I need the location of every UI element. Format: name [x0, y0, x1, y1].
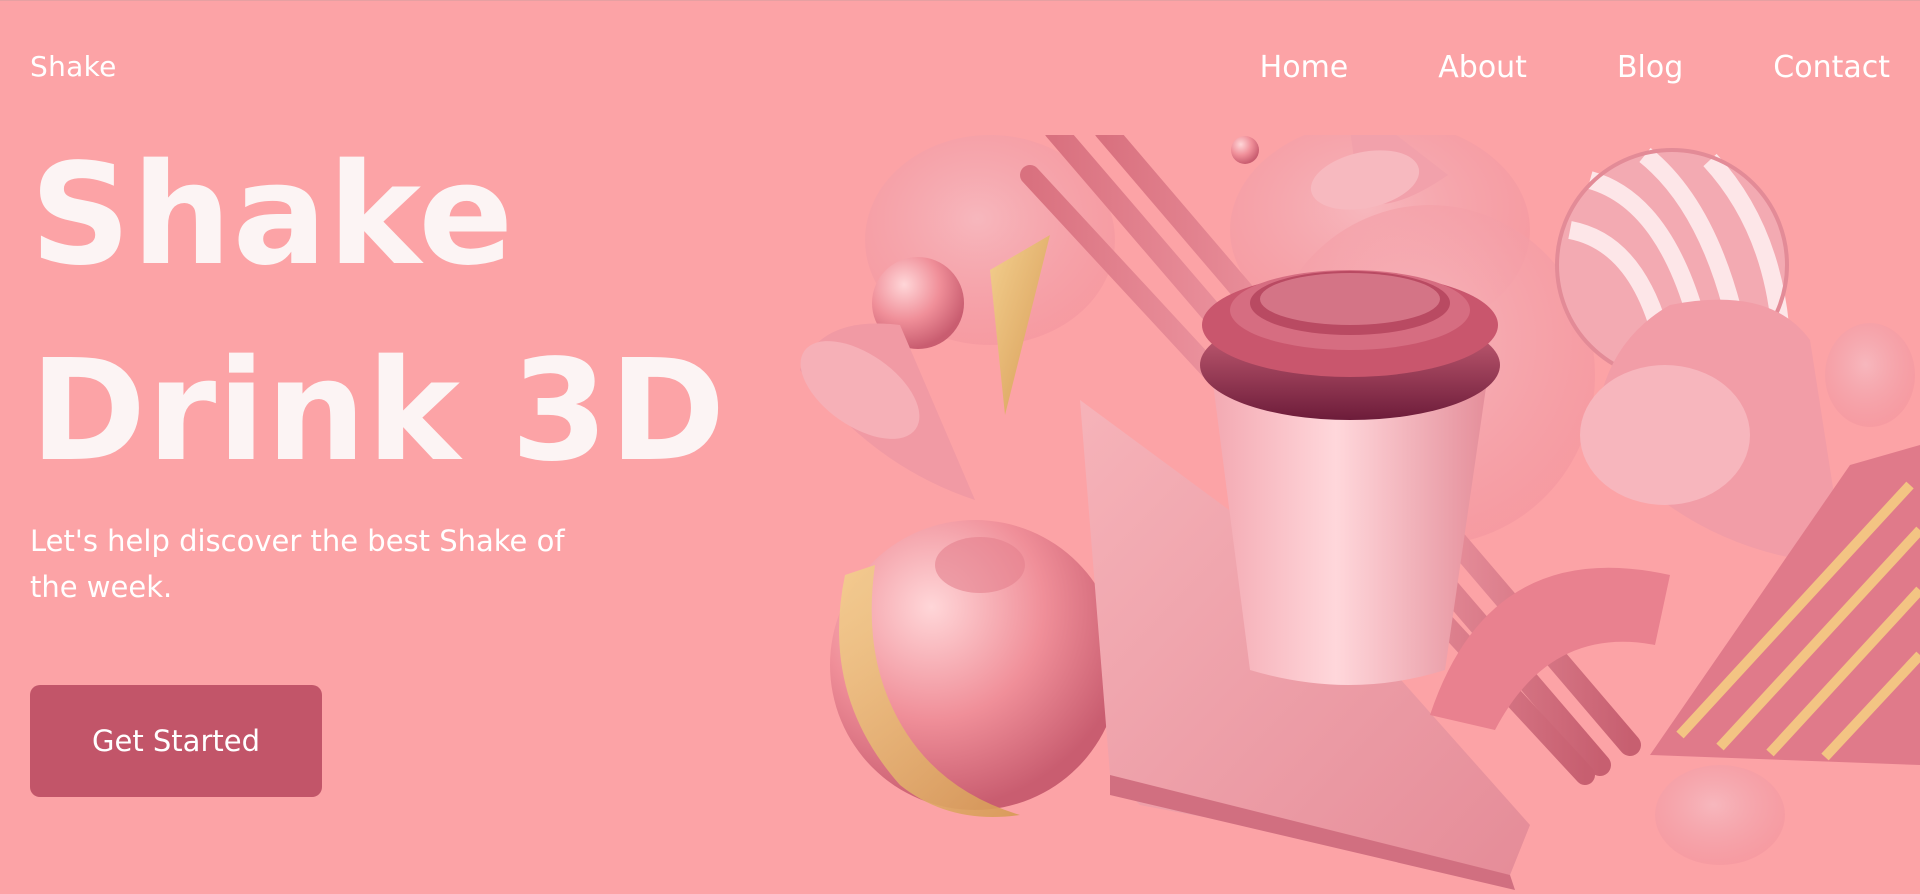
main-nav: Home About Blog Contact	[1260, 50, 1890, 85]
nav-contact[interactable]: Contact	[1773, 50, 1890, 85]
nav-about[interactable]: About	[1438, 50, 1527, 85]
hero-title-line1: Shake	[30, 134, 515, 297]
blur-sphere-bottom	[1655, 765, 1785, 865]
nav-blog[interactable]: Blog	[1617, 50, 1683, 85]
blur-sphere-right	[1825, 323, 1915, 427]
hero-title-line2: Drink 3D	[30, 330, 727, 493]
hero-title: Shake Drink 3D	[30, 118, 726, 510]
hero-illustration	[800, 135, 1920, 890]
get-started-button[interactable]: Get Started	[30, 685, 322, 797]
tiny-sphere	[1231, 136, 1259, 164]
top-border	[0, 0, 1920, 1]
brand-logo[interactable]: Shake	[30, 50, 117, 83]
landing-page: Shake Home About Blog Contact Shake Drin…	[0, 0, 1920, 894]
nav-home[interactable]: Home	[1260, 50, 1349, 85]
hero-subtitle: Let's help discover the best Shake of th…	[30, 524, 565, 604]
